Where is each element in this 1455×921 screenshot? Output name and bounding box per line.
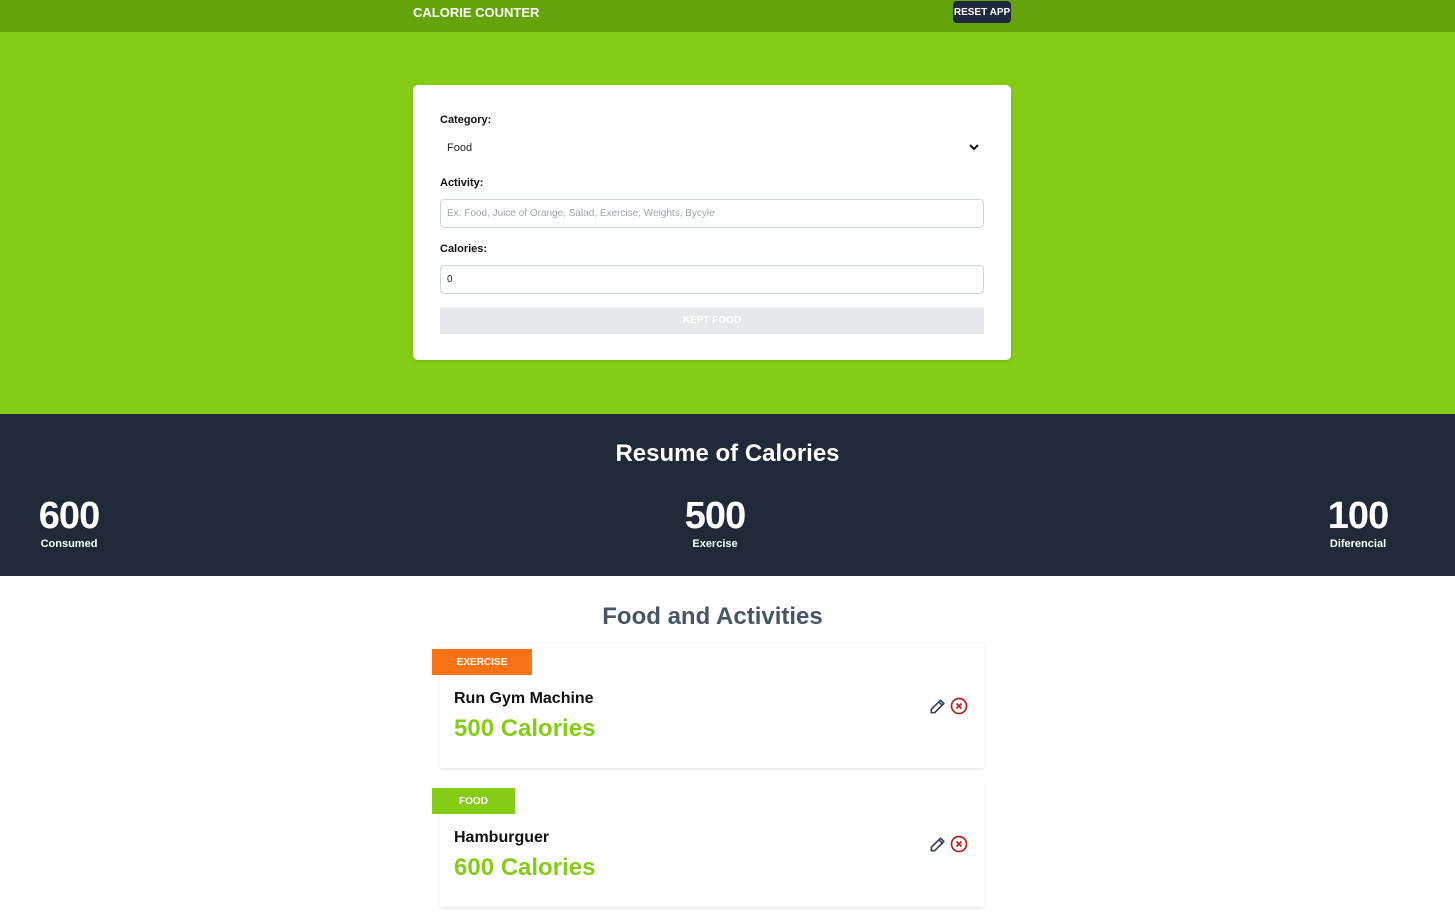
category-tag: EXERCISE	[432, 649, 532, 675]
activity-name: Run Gym Machine	[454, 690, 594, 707]
activity-label: Activity:	[440, 177, 484, 189]
consumed-label: Consumed	[40, 538, 98, 550]
activity-name: Hamburguer	[454, 829, 550, 846]
delete-button[interactable]	[949, 696, 969, 716]
exercise-label: Exercise	[692, 538, 738, 550]
calorie-summary: Resume of Calories 600 Consumed 500 Exer…	[0, 414, 1455, 576]
category-tag: FOOD	[432, 788, 515, 814]
edit-icon	[930, 699, 945, 714]
activity-calories: 600 Calories	[454, 854, 596, 881]
category-label: Category:	[440, 114, 492, 126]
edit-icon	[930, 837, 945, 852]
activity-calories: 500 Calories	[454, 715, 596, 742]
edit-button[interactable]	[928, 696, 948, 716]
exercise-value: 500	[684, 495, 746, 537]
edit-button[interactable]	[928, 834, 948, 854]
calories-input[interactable]	[440, 265, 984, 294]
activity-card: EXERCISE Run Gym Machine 500 Calories	[432, 643, 984, 768]
close-circle-icon	[950, 697, 968, 715]
app-title: CALORIE COUNTER	[413, 5, 540, 20]
activity-card: FOOD Hamburguer 600 Calories	[432, 782, 984, 907]
chevron-down-icon	[969, 144, 979, 151]
activity-form: Category: Food Activity: Calories: KEPT …	[413, 85, 1011, 360]
difference-label: Diferencial	[1329, 538, 1387, 550]
delete-button[interactable]	[949, 834, 969, 854]
difference-stat: 100 Diferencial	[1303, 494, 1413, 550]
calories-label: Calories:	[440, 243, 488, 255]
summary-heading: Resume of Calories	[615, 440, 840, 467]
consumed-stat: 600 Consumed	[14, 494, 124, 550]
category-selected-value: Food	[447, 142, 473, 154]
close-circle-icon	[950, 835, 968, 853]
activity-input[interactable]	[440, 199, 984, 228]
save-activity-button[interactable]: KEPT FOOD	[440, 307, 984, 334]
exercise-stat: 500 Exercise	[660, 494, 770, 550]
reset-app-button[interactable]: RESET APP	[953, 1, 1011, 23]
category-select[interactable]: Food	[440, 135, 984, 163]
difference-value: 100	[1327, 495, 1389, 537]
activities-heading: Food and Activities	[602, 603, 823, 630]
app-header: CALORIE COUNTER RESET APP	[0, 0, 1455, 32]
consumed-value: 600	[38, 495, 100, 537]
